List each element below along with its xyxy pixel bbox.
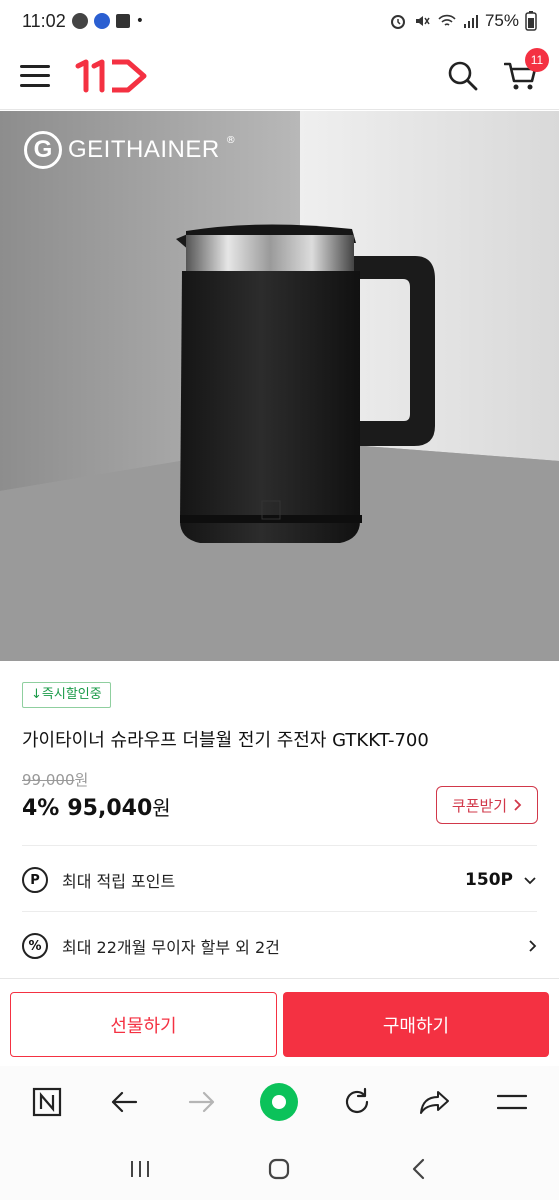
forward-arrow-icon [188, 1091, 215, 1113]
brand-logo-registered-mark: ® [225, 134, 236, 146]
green-home-button[interactable] [255, 1078, 303, 1126]
coupon-button-label: 쿠폰받기 [451, 796, 508, 815]
back-arrow-icon [112, 1091, 138, 1113]
chevron-right-icon [514, 799, 522, 811]
header-actions: 11 [443, 47, 549, 96]
purchase-button[interactable]: 구매하기 [283, 992, 549, 1057]
original-price-value: 99,000 [22, 771, 75, 789]
sale-price: 4% 95,040원 [22, 792, 171, 821]
back-nav-button[interactable] [395, 1145, 443, 1193]
divider [22, 845, 537, 846]
home-button[interactable] [255, 1145, 303, 1193]
installment-label: 최대 22개월 무이자 할부 외 2건 [62, 938, 280, 957]
battery-icon [525, 11, 537, 31]
more-menu-icon [497, 1094, 528, 1110]
discount-rate: 4% [22, 796, 60, 821]
naver-n-icon [32, 1087, 61, 1117]
reload-icon [345, 1087, 369, 1114]
menu-icon [20, 64, 50, 68]
11st-logo-mark [75, 59, 147, 92]
status-right: 75% [389, 11, 537, 31]
share-button[interactable] [411, 1078, 459, 1126]
search-icon [448, 61, 478, 90]
battery-level: 75% [484, 11, 519, 30]
share-icon [419, 1091, 449, 1114]
forward-button[interactable] [178, 1078, 226, 1126]
home-icon [269, 1158, 290, 1180]
back-button[interactable] [100, 1078, 148, 1126]
original-price: 99,000원 [22, 769, 88, 790]
system-navigation-bar [0, 1138, 559, 1200]
kettle-photo [0, 111, 559, 661]
product-image[interactable]: G GEITHAINER ® [0, 111, 559, 661]
instant-discount-badge: ↓즉시할인중 [22, 682, 111, 708]
recent-apps-button[interactable] [116, 1145, 164, 1193]
points-value: 150P [465, 870, 513, 890]
naver-n-button[interactable] [23, 1078, 71, 1126]
points-label: 최대 적립 포인트 [62, 872, 176, 891]
browser-toolbar [0, 1066, 559, 1138]
purchase-bar: 선물하기 구매하기 [0, 978, 559, 1066]
mute-icon [415, 16, 430, 26]
points-icon: P [22, 867, 48, 893]
gift-button[interactable]: 선물하기 [10, 992, 277, 1057]
wifi-icon [438, 14, 456, 26]
status-left: 11:02 • [22, 11, 144, 32]
status-time: 11:02 [22, 10, 66, 31]
back-icon [413, 1158, 425, 1180]
sale-price-value: 95,040 [67, 796, 153, 821]
notification-app-icon [93, 13, 110, 29]
reload-button[interactable] [333, 1078, 381, 1126]
installment-row[interactable]: % 최대 22개월 무이자 할부 외 2건 [22, 916, 537, 976]
cart-button[interactable]: 11 [501, 47, 549, 96]
brand-logo-name: GEITHAINER [68, 136, 220, 163]
menu-button[interactable] [18, 61, 52, 91]
11st-logo[interactable] [72, 58, 150, 94]
search-button[interactable] [443, 56, 483, 96]
status-bar: 11:02 • 75% [0, 0, 559, 42]
installment-percent-icon: % [22, 933, 48, 959]
notification-app-icon [115, 14, 130, 28]
chevron-down-icon [524, 876, 536, 884]
app-header: 11 [0, 42, 559, 110]
brand-logo: G GEITHAINER ® [24, 131, 236, 169]
notification-app-icon [71, 13, 88, 29]
chevron-right-icon [529, 940, 537, 952]
coupon-button[interactable]: 쿠폰받기 [436, 786, 538, 824]
original-price-unit: 원 [74, 771, 89, 789]
divider [22, 911, 537, 912]
points-row: P 최대 적립 포인트 150P [22, 850, 537, 910]
product-title: 가이타이너 슈라우프 더블월 전기 주전자 GTKKT-700 [22, 730, 429, 751]
recent-apps-icon [130, 1161, 149, 1177]
alarm-icon [390, 15, 405, 29]
sale-price-unit: 원 [152, 796, 171, 820]
signal-icon [463, 15, 478, 28]
brand-logo-mark: G [24, 131, 62, 169]
cart-count-badge: 11 [525, 47, 549, 72]
points-value-group[interactable]: 150P [465, 870, 537, 890]
more-menu-button[interactable] [488, 1078, 536, 1126]
green-home-icon [260, 1083, 299, 1121]
more-notifications-dot-icon: • [135, 13, 144, 29]
